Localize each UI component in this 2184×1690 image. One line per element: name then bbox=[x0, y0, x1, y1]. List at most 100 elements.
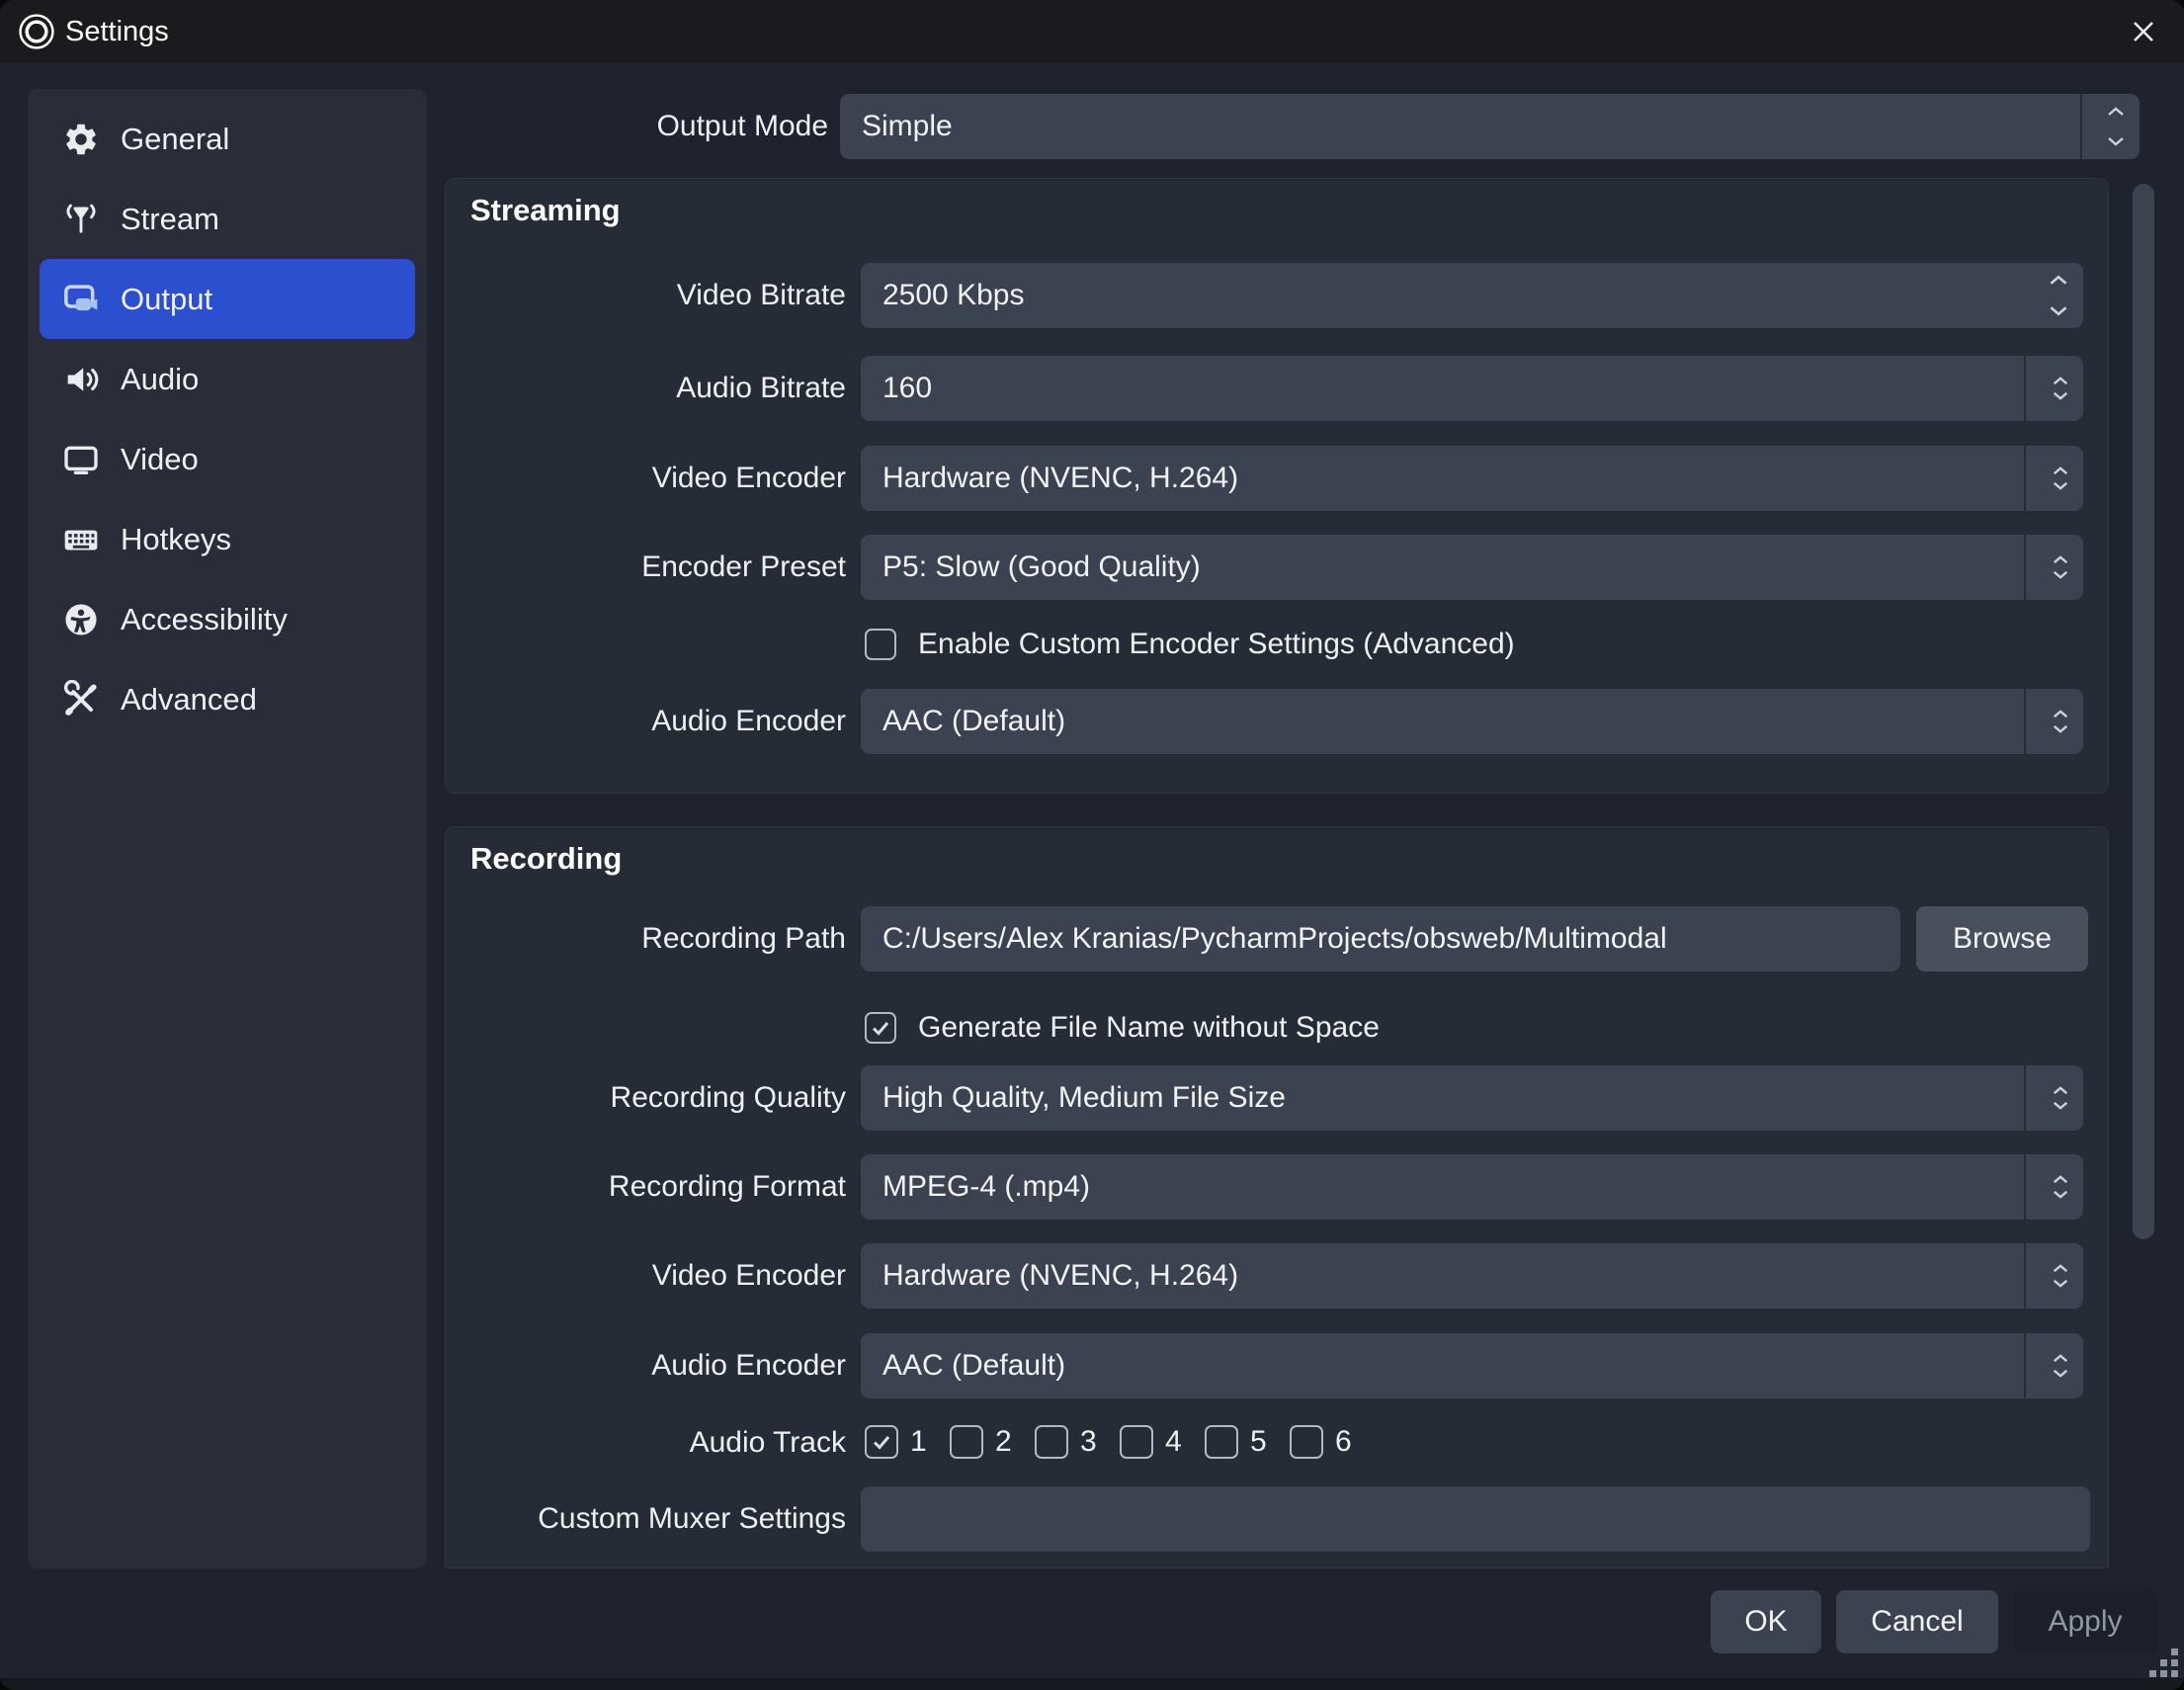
audio-track-4-checkbox[interactable] bbox=[1120, 1425, 1153, 1459]
output-mode-select[interactable]: Simple bbox=[840, 94, 2140, 159]
window-bottom-edge bbox=[0, 1678, 2184, 1690]
encoder-preset-value: P5: Slow (Good Quality) bbox=[882, 550, 1201, 584]
video-bitrate-label: Video Bitrate bbox=[446, 263, 846, 328]
ok-button-label: OK bbox=[1744, 1605, 1787, 1639]
check-icon bbox=[870, 1430, 893, 1454]
chevron-updown-icon bbox=[2106, 94, 2126, 159]
close-button[interactable] bbox=[2121, 10, 2166, 53]
custom-encoder-settings-checkbox[interactable] bbox=[865, 629, 896, 660]
broadcast-icon bbox=[59, 198, 103, 241]
tools-icon bbox=[59, 678, 103, 721]
recording-format-value: MPEG-4 (.mp4) bbox=[882, 1170, 1090, 1204]
ok-button[interactable]: OK bbox=[1711, 1590, 1821, 1653]
divider bbox=[2024, 356, 2026, 421]
audio-track-5-label: 5 bbox=[1250, 1419, 1267, 1465]
sidebar-item-label: Accessibility bbox=[121, 602, 288, 637]
streaming-header: Streaming bbox=[470, 193, 621, 228]
output-camera-icon bbox=[59, 278, 103, 321]
check-icon bbox=[869, 1016, 892, 1040]
audio-track-3-label: 3 bbox=[1080, 1419, 1097, 1465]
custom-encoder-settings-label: Enable Custom Encoder Settings (Advanced… bbox=[918, 622, 1515, 667]
chevron-updown-icon bbox=[2052, 446, 2069, 511]
window-title: Settings bbox=[65, 16, 169, 48]
encoder-preset-select[interactable]: P5: Slow (Good Quality) bbox=[861, 535, 2083, 600]
recording-path-value: C:/Users/Alex Kranias/PycharmProjects/ob… bbox=[882, 922, 1667, 956]
divider bbox=[2024, 535, 2026, 600]
cancel-button[interactable]: Cancel bbox=[1836, 1590, 1998, 1653]
recording-format-select[interactable]: MPEG-4 (.mp4) bbox=[861, 1154, 2083, 1220]
stream-audio-encoder-select[interactable]: AAC (Default) bbox=[861, 689, 2083, 754]
audio-track-1-label: 1 bbox=[910, 1419, 927, 1465]
custom-muxer-label: Custom Muxer Settings bbox=[446, 1486, 846, 1552]
rec-audio-encoder-label: Audio Encoder bbox=[446, 1333, 846, 1398]
sidebar-item-label: Video bbox=[121, 442, 199, 477]
recording-quality-value: High Quality, Medium File Size bbox=[882, 1081, 1286, 1115]
rec-video-encoder-select[interactable]: Hardware (NVENC, H.264) bbox=[861, 1243, 2083, 1309]
browse-button[interactable]: Browse bbox=[1916, 906, 2088, 972]
audio-track-2-label: 2 bbox=[995, 1419, 1012, 1465]
custom-muxer-input[interactable] bbox=[861, 1486, 2090, 1552]
audio-track-6-checkbox[interactable] bbox=[1290, 1425, 1323, 1459]
audio-track-2-checkbox[interactable] bbox=[950, 1425, 983, 1459]
recording-path-input[interactable]: C:/Users/Alex Kranias/PycharmProjects/ob… bbox=[861, 906, 1900, 972]
audio-bitrate-label: Audio Bitrate bbox=[446, 356, 846, 421]
audio-track-label: Audio Track bbox=[446, 1420, 846, 1466]
video-bitrate-spinner[interactable]: 2500 Kbps bbox=[861, 263, 2083, 328]
obs-logo-icon bbox=[18, 13, 55, 50]
sidebar-item-label: Hotkeys bbox=[121, 522, 231, 557]
vertical-scrollbar[interactable] bbox=[2133, 184, 2154, 1239]
stream-video-encoder-value: Hardware (NVENC, H.264) bbox=[882, 462, 1238, 495]
streaming-section: Streaming Video Bitrate 2500 Kbps Audio … bbox=[445, 178, 2109, 794]
audio-bitrate-select[interactable]: 160 bbox=[861, 356, 2083, 421]
browse-button-label: Browse bbox=[1953, 922, 2052, 956]
speaker-icon bbox=[59, 358, 103, 401]
chevron-updown-icon bbox=[2052, 535, 2069, 600]
rec-video-encoder-label: Video Encoder bbox=[446, 1243, 846, 1309]
audio-track-3-checkbox[interactable] bbox=[1035, 1425, 1068, 1459]
recording-section: Recording Recording Path C:/Users/Alex K… bbox=[445, 826, 2109, 1568]
stream-video-encoder-label: Video Encoder bbox=[446, 446, 846, 511]
divider bbox=[2024, 1154, 2026, 1220]
monitor-icon bbox=[59, 438, 103, 481]
sidebar-item-audio[interactable]: Audio bbox=[40, 339, 415, 419]
divider bbox=[2024, 1243, 2026, 1309]
close-icon bbox=[2129, 17, 2158, 46]
audio-bitrate-value: 160 bbox=[882, 372, 932, 405]
sidebar-item-hotkeys[interactable]: Hotkeys bbox=[40, 499, 415, 579]
recording-header: Recording bbox=[470, 841, 622, 877]
resize-grip[interactable] bbox=[2144, 1648, 2178, 1682]
chevron-updown-icon bbox=[2052, 1065, 2069, 1131]
keyboard-icon bbox=[59, 518, 103, 561]
audio-track-5-checkbox[interactable] bbox=[1205, 1425, 1238, 1459]
chevron-updown-icon bbox=[2052, 1333, 2069, 1398]
apply-button-label: Apply bbox=[2048, 1605, 2122, 1639]
sidebar-item-label: General bbox=[121, 122, 229, 157]
encoder-preset-label: Encoder Preset bbox=[446, 535, 846, 600]
divider bbox=[2024, 689, 2026, 754]
generate-filename-checkbox[interactable] bbox=[865, 1012, 896, 1044]
sidebar-item-general[interactable]: General bbox=[40, 99, 415, 179]
chevron-updown-icon bbox=[2052, 1154, 2069, 1220]
generate-filename-label: Generate File Name without Space bbox=[918, 1005, 1380, 1051]
rec-audio-encoder-select[interactable]: AAC (Default) bbox=[861, 1333, 2083, 1398]
recording-format-label: Recording Format bbox=[446, 1154, 846, 1220]
sidebar-item-video[interactable]: Video bbox=[40, 419, 415, 499]
stream-video-encoder-select[interactable]: Hardware (NVENC, H.264) bbox=[861, 446, 2083, 511]
gear-icon bbox=[59, 118, 103, 161]
sidebar-item-advanced[interactable]: Advanced bbox=[40, 659, 415, 739]
stream-audio-encoder-value: AAC (Default) bbox=[882, 705, 1065, 738]
cancel-button-label: Cancel bbox=[1871, 1605, 1963, 1639]
recording-quality-select[interactable]: High Quality, Medium File Size bbox=[861, 1065, 2083, 1131]
sidebar-item-label: Audio bbox=[121, 362, 199, 397]
divider bbox=[2080, 94, 2082, 159]
apply-button[interactable]: Apply bbox=[2013, 1590, 2157, 1653]
sidebar-item-accessibility[interactable]: Accessibility bbox=[40, 579, 415, 659]
accessibility-icon bbox=[59, 598, 103, 641]
recording-quality-label: Recording Quality bbox=[446, 1065, 846, 1131]
stream-audio-encoder-label: Audio Encoder bbox=[446, 689, 846, 754]
sidebar-item-output[interactable]: Output bbox=[40, 259, 415, 339]
divider bbox=[2024, 446, 2026, 511]
audio-track-1-checkbox[interactable] bbox=[865, 1425, 898, 1459]
divider bbox=[2024, 1333, 2026, 1398]
sidebar-item-stream[interactable]: Stream bbox=[40, 179, 415, 259]
